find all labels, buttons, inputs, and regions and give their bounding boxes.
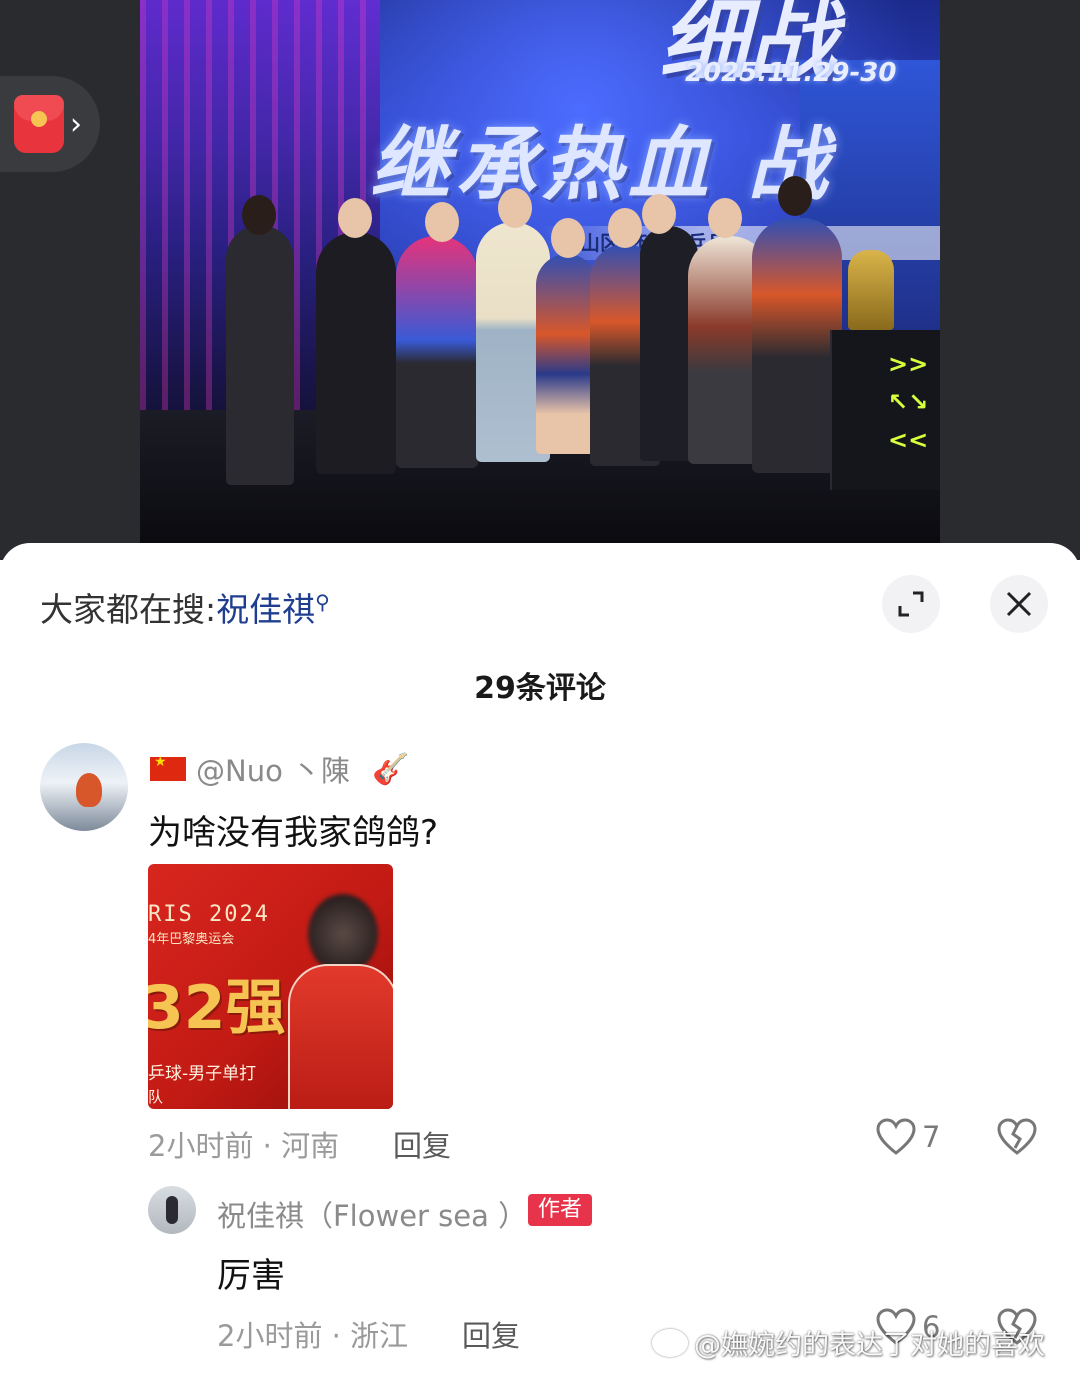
image-text-olympics-cn: 4年巴黎奥运会: [148, 932, 235, 947]
avatar[interactable]: [40, 743, 128, 831]
like-button[interactable]: 7: [876, 1118, 940, 1156]
person-5: [536, 254, 598, 454]
trophy: [848, 250, 894, 330]
china-flag-icon: [150, 754, 186, 781]
comment-text: 为啥没有我家鸽鸽?: [148, 813, 439, 853]
red-envelope-float-button[interactable]: ›: [0, 76, 100, 172]
reply-button[interactable]: 回复: [393, 1123, 451, 1165]
person-4-head: [498, 188, 532, 228]
person-2: [316, 232, 396, 474]
close-button[interactable]: [990, 575, 1048, 633]
post-photo[interactable]: 细战 2025.11.29-30 继承热血 战 山区 杯全民乒乓 >>↖↘<<: [140, 0, 940, 545]
broken-heart-icon: [997, 1118, 1037, 1155]
arrow-graphic: >> ↖↘ <<: [888, 350, 929, 454]
comment-username-text: @Nuo 丶陳: [196, 754, 351, 788]
person-7-head: [642, 194, 676, 234]
trending-search-keyword[interactable]: 祝佳祺: [216, 590, 315, 629]
person-3-head: [425, 202, 459, 242]
red-envelope-icon: [14, 95, 64, 153]
post-photo-area: 细战 2025.11.29-30 继承热血 战 山区 杯全民乒乓 >>↖↘<< …: [0, 0, 1080, 560]
person-5-head: [551, 218, 585, 258]
image-text-event: 乒球-男子单打: [148, 1064, 257, 1084]
athlete-jersey: [288, 964, 393, 1109]
person-9: [752, 218, 842, 473]
banner-date: 2025.11.29-30: [685, 58, 897, 88]
image-text-olympics: RIS 2024: [148, 902, 270, 927]
like-count: 7: [922, 1120, 941, 1154]
watermark-text: @嫵婉约的表达了对她的喜欢: [694, 1330, 1045, 1361]
trending-search[interactable]: 大家都在搜:祝佳祺⚲: [40, 583, 330, 631]
reply-avatar[interactable]: [148, 1186, 196, 1234]
close-icon: [1006, 591, 1032, 617]
image-text-team: 队: [148, 1088, 164, 1106]
expand-button[interactable]: [882, 575, 940, 633]
author-badge: 作者: [528, 1194, 593, 1226]
person-8-head: [708, 198, 742, 238]
dislike-button[interactable]: [997, 1118, 1037, 1160]
person-3: [396, 236, 478, 468]
guitar-icon: 🎸: [372, 751, 410, 787]
search-icon: ⚲: [315, 590, 330, 614]
image-text-rank: 32强: [148, 973, 286, 1043]
comment-image[interactable]: RIS 2024 4年巴黎奥运会 32强 乒球-男子单打 队: [148, 864, 393, 1109]
trending-search-label: 大家都在搜:: [40, 590, 217, 629]
person-6-head: [608, 208, 642, 248]
reply-meta: 2小时前 · 浙江: [217, 1319, 409, 1353]
comment-meta: 2小时前 · 河南: [148, 1129, 340, 1163]
comment-username[interactable]: @Nuo 丶陳 🎸: [150, 748, 409, 790]
reply-username[interactable]: 祝佳祺（Flower sea ）: [217, 1193, 527, 1235]
person-9-head: [778, 176, 812, 216]
comment-count: 29条评论: [474, 671, 606, 706]
comment-sheet: 大家都在搜:祝佳祺⚲ 29条评论 @Nuo 丶陳 🎸 为啥没有我家鸽鸽? RIS…: [0, 543, 1080, 1378]
person-1: [226, 225, 294, 485]
chevron-right-icon: ›: [70, 106, 82, 142]
reply-reply-button[interactable]: 回复: [462, 1313, 520, 1355]
person-1-head: [242, 195, 276, 235]
blurred-face: [308, 894, 378, 974]
weibo-logo-icon: [652, 1328, 688, 1357]
expand-icon: [898, 591, 924, 617]
heart-icon: [876, 1118, 916, 1155]
reply-text: 厉害: [217, 1256, 285, 1296]
weibo-watermark: @嫵婉约的表达了对她的喜欢: [652, 1323, 1045, 1362]
person-2-head: [338, 198, 372, 238]
